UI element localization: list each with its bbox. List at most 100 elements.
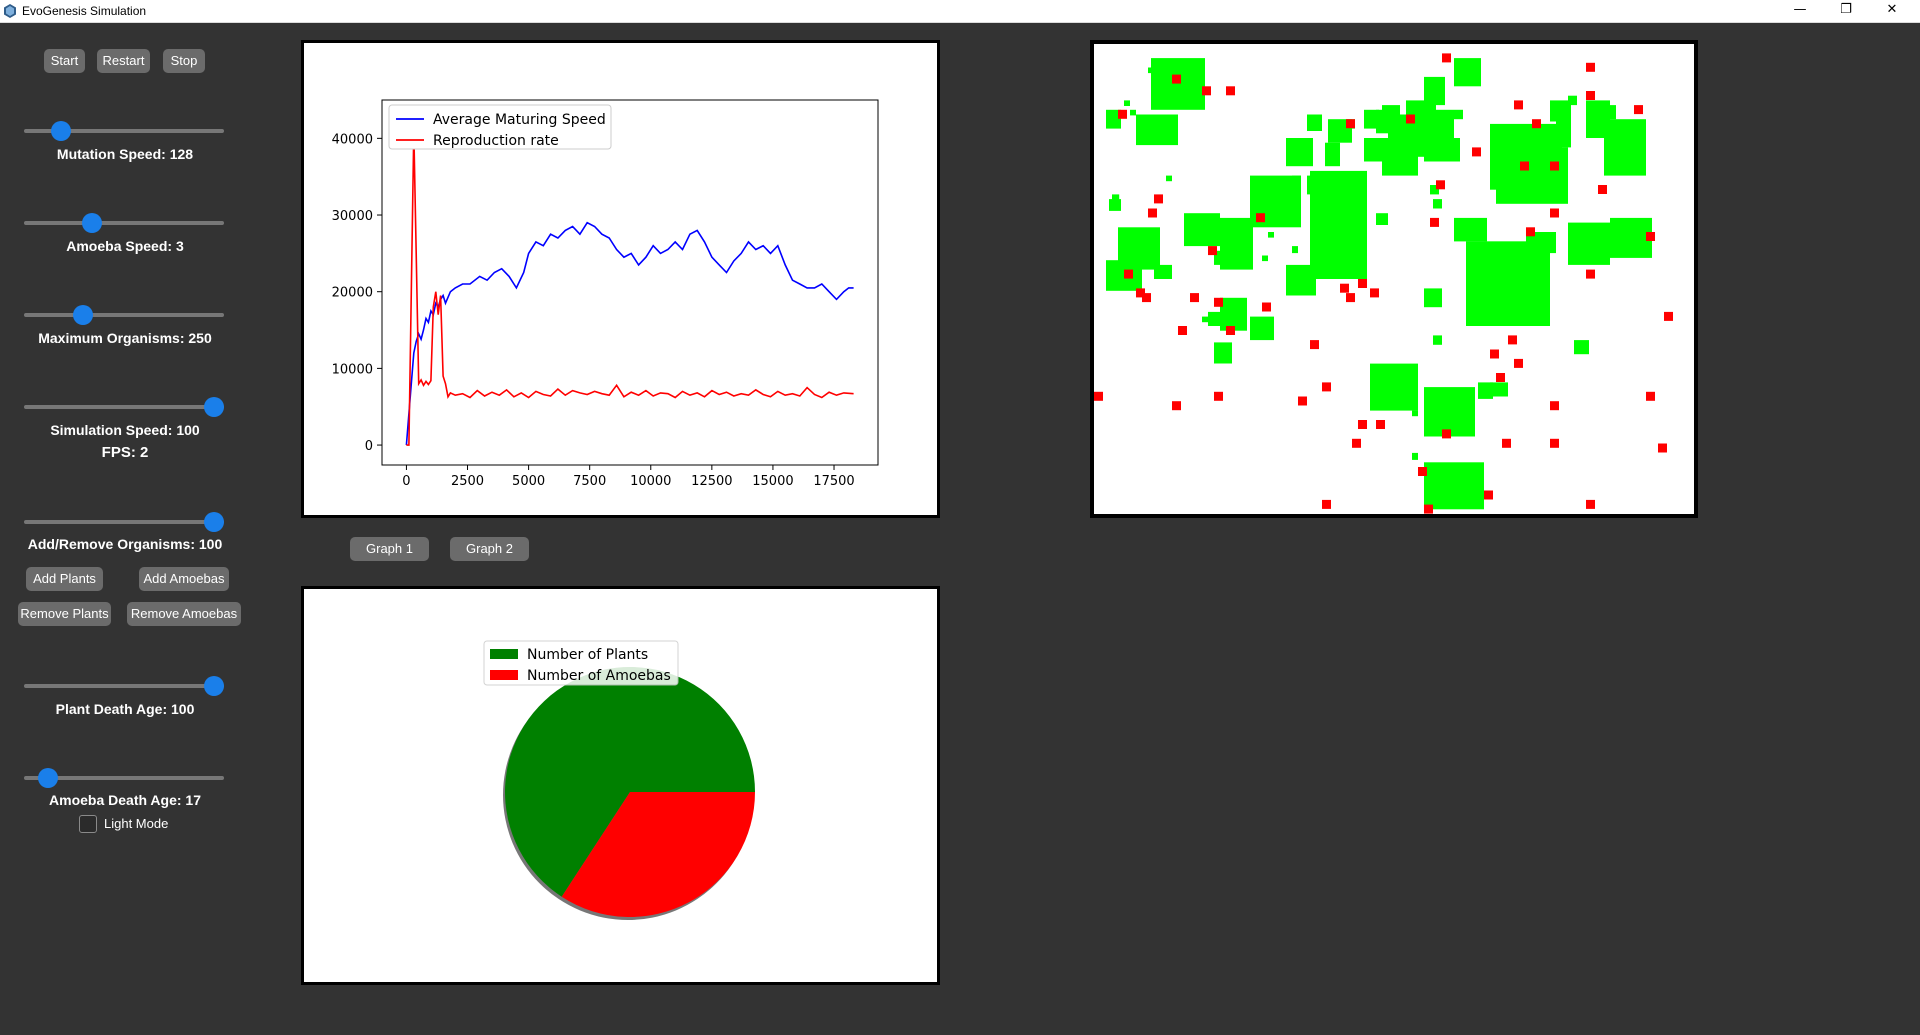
amoeba-cell: [1346, 119, 1355, 129]
plant-cell: [1148, 67, 1154, 74]
amoeba-cell: [1430, 217, 1439, 227]
restart-button[interactable]: Restart: [97, 49, 150, 73]
max-organisms-label: Maximum Organisms: 250: [38, 330, 212, 346]
plant-cell: [1325, 142, 1340, 167]
amoeba-cell: [1340, 283, 1349, 293]
plant-cell: [1286, 138, 1313, 167]
slider-track: [24, 684, 224, 688]
y-tick-label: 30000: [332, 209, 373, 224]
amoeba-cell: [1496, 373, 1505, 382]
line-graph-panel: 0 2500 5000 7500 10000 12500 15000 17500 0 10000 2…: [301, 40, 940, 518]
amoeba-cell: [1658, 443, 1667, 453]
legend-label: Number of Plants: [527, 647, 648, 663]
amoeba-cell: [1208, 246, 1217, 256]
legend-label: Average Maturing Speed: [433, 112, 606, 128]
pie-graph-panel: Number of Plants Number of Amoebas: [301, 586, 940, 985]
plant-cell: [1454, 109, 1463, 120]
plant-cell: [1424, 138, 1460, 162]
slider-thumb[interactable]: [38, 768, 59, 788]
amoeba-cell: [1142, 293, 1151, 303]
legend-swatch: [490, 670, 518, 680]
plant-cell: [1604, 119, 1646, 176]
amoeba-cell: [1172, 401, 1181, 411]
plant-cell: [1268, 232, 1274, 238]
graph-2-button[interactable]: Graph 2: [450, 537, 529, 561]
amoeba-cell: [1358, 279, 1367, 288]
amoeba-cell: [1262, 302, 1271, 312]
plant-cell: [1118, 227, 1160, 270]
amoeba-cell: [1358, 420, 1367, 429]
plant-cell: [1112, 119, 1118, 127]
plant-cell: [1130, 109, 1136, 116]
amoeba-cell: [1148, 208, 1157, 218]
amoeba-cell: [1598, 185, 1607, 194]
close-icon[interactable]: ✕: [1869, 0, 1915, 22]
simulation-world[interactable]: [1090, 40, 1698, 518]
app-hexagon-icon: [4, 4, 16, 18]
x-tick-label: 10000: [630, 474, 671, 489]
slider-thumb[interactable]: [51, 121, 71, 141]
amoeba-cell: [1550, 161, 1559, 171]
y-tick-label: 20000: [332, 286, 373, 301]
x-tick-label: 2500: [451, 474, 484, 489]
amoeba-cell: [1226, 326, 1235, 335]
amoeba-cell: [1550, 401, 1559, 411]
plant-cell: [1310, 185, 1322, 200]
graph-1-button[interactable]: Graph 1: [350, 537, 429, 561]
plant-cell: [1214, 342, 1232, 364]
add-remove-organisms-slider[interactable]: [24, 512, 224, 532]
plant-cell: [1109, 199, 1121, 211]
amoeba-cell: [1436, 180, 1445, 190]
slider-thumb[interactable]: [81, 213, 102, 233]
series-line-maturing-speed: [405, 221, 854, 446]
amoeba-speed-slider[interactable]: [24, 213, 224, 233]
amoeba-death-age-label: Amoeba Death Age: 17: [49, 792, 201, 808]
remove-plants-button[interactable]: Remove Plants: [18, 602, 111, 626]
legend-swatch: [490, 649, 518, 659]
amoeba-cell: [1664, 311, 1673, 321]
plant-cell: [1376, 213, 1388, 225]
start-button[interactable]: Start: [44, 49, 85, 73]
add-amoebas-button[interactable]: Add Amoebas: [139, 567, 229, 591]
amoeba-cell: [1172, 74, 1181, 84]
plant-cell: [1412, 452, 1418, 460]
minimize-icon[interactable]: —: [1777, 0, 1823, 22]
x-tick-label: 17500: [813, 474, 854, 489]
plant-cell: [1490, 382, 1508, 397]
amoeba-cell: [1490, 349, 1499, 359]
restore-icon[interactable]: ❐: [1823, 0, 1869, 22]
amoeba-cell: [1634, 105, 1643, 115]
simulation-speed-slider[interactable]: [24, 397, 224, 417]
legend-label: Number of Amoebas: [527, 668, 671, 684]
plant-cell: [1574, 340, 1589, 355]
plant-cell: [1172, 67, 1180, 75]
max-organisms-slider[interactable]: [24, 305, 224, 325]
y-tick-label: 10000: [332, 362, 373, 377]
y-tick-label: 40000: [332, 132, 373, 147]
plant-cell: [1220, 297, 1247, 331]
add-plants-button[interactable]: Add Plants: [26, 567, 103, 591]
plant-death-age-label: Plant Death Age: 100: [55, 701, 195, 717]
remove-amoebas-button[interactable]: Remove Amoebas: [127, 602, 241, 626]
plant-cell: [1202, 316, 1208, 323]
y-tick-label: 0: [365, 439, 373, 454]
mutation-speed-slider[interactable]: [24, 121, 224, 141]
plant-cell: [1286, 264, 1316, 296]
series-line-reproduction-rate: [406, 130, 854, 446]
amoeba-cell: [1646, 232, 1655, 241]
stop-button[interactable]: Stop: [163, 49, 205, 73]
plant-cell: [1604, 105, 1616, 120]
amoeba-cell: [1514, 358, 1523, 368]
plant-cell: [1184, 213, 1220, 247]
light-mode-checkbox[interactable]: [79, 815, 97, 833]
plant-death-age-slider[interactable]: [24, 676, 224, 696]
amoeba-death-age-slider[interactable]: [24, 768, 224, 788]
amoeba-cell: [1532, 119, 1541, 129]
amoeba-cell: [1226, 86, 1235, 96]
amoeba-cell: [1202, 86, 1211, 96]
amoeba-cell: [1484, 490, 1493, 500]
slider-thumb[interactable]: [204, 397, 224, 417]
slider-thumb[interactable]: [72, 305, 93, 325]
slider-thumb[interactable]: [204, 676, 224, 696]
slider-thumb[interactable]: [204, 512, 224, 532]
